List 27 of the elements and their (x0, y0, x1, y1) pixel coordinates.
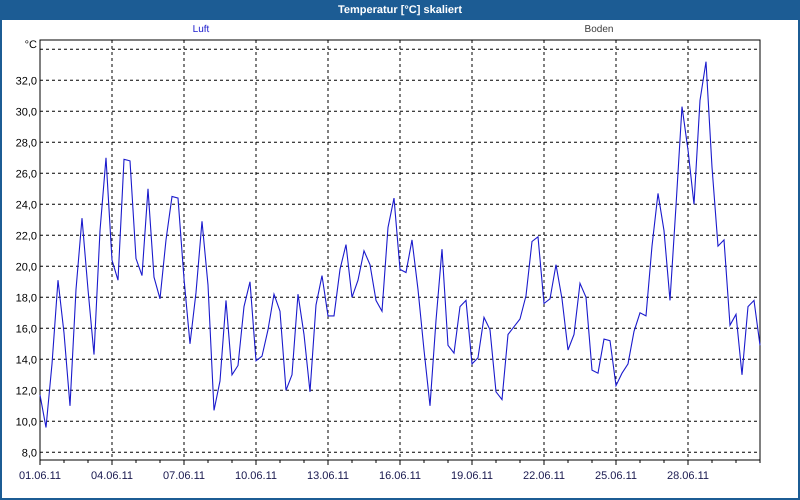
axis-tick-label: 30,0 (16, 106, 37, 118)
axis-tick-label: 14,0 (16, 354, 37, 366)
axis-tick-label: 01.06.11 (19, 470, 61, 482)
axis-tick-label: 32,0 (16, 75, 37, 88)
axis-tick-label: 04.06.11 (91, 470, 133, 482)
axis-tick-label: 24,0 (16, 199, 37, 212)
window-title: Temperatur [°C] skaliert (338, 4, 462, 16)
axis-tick-label: 13.06.11 (307, 470, 349, 482)
axis-tick-label: 26,0 (16, 168, 37, 180)
axis-tick-label: 19.06.11 (451, 470, 493, 482)
axis-tick-label: 22.06.11 (523, 470, 565, 482)
axis-unit-label: °C (24, 39, 37, 51)
axis-tick-label: 28.06.11 (667, 470, 709, 482)
axis-tick-label: 28,0 (16, 137, 37, 150)
axis-tick-label: 10.06.11 (235, 470, 277, 482)
axis-tick-label: 10,0 (16, 416, 37, 428)
axis-tick-label: 8,0 (22, 447, 37, 460)
axis-tick-label: 12,0 (16, 385, 37, 398)
legend-label: Boden (584, 24, 614, 34)
axis-tick-label: 20,0 (16, 261, 37, 274)
axis-tick-label: 18,0 (16, 292, 37, 304)
legend-label: Luft (192, 24, 210, 34)
axis-tick-label: 16.06.11 (379, 470, 421, 482)
axis-tick-label: 16,0 (16, 323, 37, 336)
axis-tick-label: 07.06.11 (163, 470, 205, 482)
axis-tick-label: 25.06.11 (595, 470, 637, 482)
axis-tick-label: 22,0 (16, 230, 37, 242)
